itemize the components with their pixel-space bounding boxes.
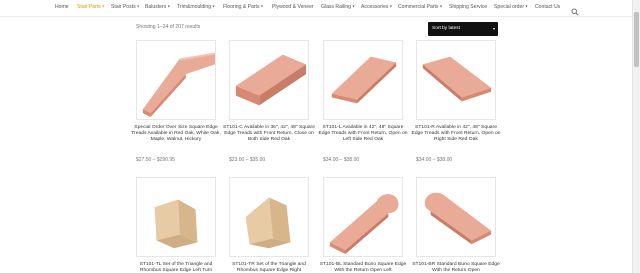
- menu-item-home[interactable]: Home: [55, 4, 69, 10]
- chevron-down-icon: ▾: [137, 3, 140, 9]
- product-image[interactable]: [416, 177, 496, 257]
- menu-label: Plywood & Veneer: [272, 4, 314, 10]
- menu-item-plywood-veneer[interactable]: Plywood & Veneer: [272, 4, 314, 10]
- chevron-down-icon: ▾: [439, 3, 442, 9]
- menu-item-glass-railing[interactable]: Glass Railing ▾: [321, 4, 355, 10]
- menu-item-contact-us[interactable]: Contact Us: [535, 4, 560, 10]
- product-image[interactable]: [416, 40, 496, 120]
- chevron-down-icon: ▾: [167, 3, 170, 9]
- chevron-down-icon: ▾: [389, 3, 392, 9]
- menu-item-special-order[interactable]: Special order ▾: [494, 4, 528, 10]
- menu-label: Balusters: [145, 4, 167, 10]
- main-menu: Home Stair Parts ▾ Stair Posts ▾ Balusters…: [0, 4, 640, 14]
- product-price: $23.00 – $35.00: [229, 157, 266, 163]
- product-image[interactable]: [136, 177, 216, 257]
- scrollbar-thumb[interactable]: [634, 12, 639, 67]
- menu-label: Glass Railing: [321, 4, 352, 10]
- menu-item-accessories[interactable]: Accessories ▾: [361, 4, 392, 10]
- menu-label: Shipping Service: [449, 4, 488, 10]
- product-title[interactable]: ST101-R Available in 42", 48" Square Edg…: [410, 125, 502, 143]
- product-title[interactable]: ST101-BR Standard Buno Square Edge With …: [410, 262, 502, 273]
- product-image[interactable]: [136, 40, 216, 120]
- menu-item-balusters[interactable]: Balusters ▾: [145, 4, 170, 10]
- nav-divider: [0, 16, 632, 17]
- result-count: Showing 1–24 of 207 results: [136, 24, 201, 30]
- search-icon[interactable]: [571, 3, 579, 16]
- chevron-down-icon: ▾: [212, 3, 215, 9]
- menu-label: Accessories: [361, 4, 389, 10]
- chevron-down-icon: ▾: [102, 3, 105, 9]
- product-price: $27.50 – $290.95: [136, 157, 175, 163]
- menu-label: Flooring & Parts: [223, 4, 260, 10]
- product-title[interactable]: Special Order Over Size Square Edge Trea…: [130, 125, 222, 143]
- menu-label: Home: [55, 4, 69, 10]
- menu-label: Stair Posts: [111, 4, 136, 10]
- product-title[interactable]: ST101-TR Set of the Triangle and Rhombus…: [223, 262, 315, 273]
- menu-item-trim-moulding[interactable]: Trim&moulding ▾: [177, 4, 215, 10]
- product-title[interactable]: ST101-TL Set of the Triangle and Rhombus…: [130, 262, 222, 273]
- page-scrollbar[interactable]: [632, 0, 640, 273]
- sort-select[interactable]: Sort by latest ▾: [428, 22, 498, 36]
- product-image[interactable]: [229, 40, 309, 120]
- menu-label: Special order: [494, 4, 525, 10]
- menu-item-stair-posts[interactable]: Stair Posts ▾: [111, 4, 139, 10]
- top-navigation: Home Stair Parts ▾ Stair Posts ▾ Balusters…: [0, 0, 640, 17]
- menu-item-stair-parts[interactable]: Stair Parts ▾: [77, 4, 104, 10]
- product-price: $34.00 – $38.00: [416, 157, 453, 163]
- product-title[interactable]: ST101-BL Standard Buno Square Edge With …: [317, 262, 409, 273]
- menu-item-commercial-parts[interactable]: Commercial Parts ▾: [398, 4, 442, 10]
- menu-label: Contact Us: [535, 4, 561, 10]
- product-title[interactable]: ST101-C Available in 36", 42", 48" Squar…: [223, 125, 315, 143]
- product-image[interactable]: [323, 177, 403, 257]
- chevron-down-icon: ▾: [492, 26, 495, 31]
- chevron-down-icon: ▾: [525, 3, 528, 9]
- sort-select-value: Sort by latest: [432, 26, 460, 31]
- menu-item-flooring-parts[interactable]: Flooring & Parts ▾: [223, 4, 263, 10]
- product-price: $34.00 – $38.00: [323, 157, 360, 163]
- product-image[interactable]: [323, 40, 403, 120]
- menu-label: Commercial Parts: [398, 4, 439, 10]
- chevron-down-icon: ▾: [352, 3, 355, 9]
- menu-label: Stair Parts: [77, 4, 101, 10]
- product-title[interactable]: ST101-L Available in 42", 48" Square Edg…: [317, 125, 409, 143]
- chevron-down-icon: ▾: [261, 3, 264, 9]
- menu-item-shipping-service[interactable]: Shipping Service: [449, 4, 487, 10]
- menu-label: Trim&moulding: [177, 4, 212, 10]
- product-image[interactable]: [229, 177, 309, 257]
